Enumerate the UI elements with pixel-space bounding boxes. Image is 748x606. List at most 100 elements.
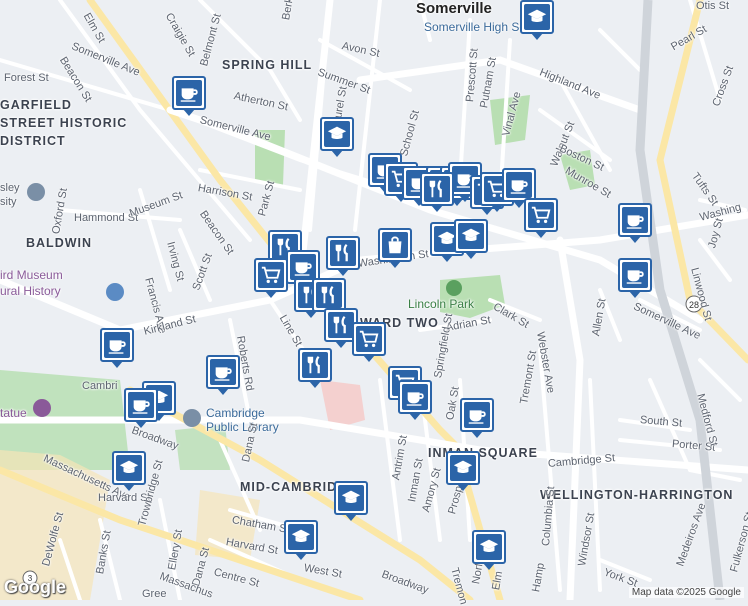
coffee-cup-icon [132,400,150,414]
marker-icon-box [324,121,350,147]
marker-school[interactable] [334,481,368,521]
poi-label: Lincoln Park [408,297,475,311]
marker-cart[interactable] [254,258,288,298]
marker-school[interactable] [284,520,318,560]
neighborhood-label: SPRING HILL [222,58,313,72]
marker-icon-box [450,455,476,481]
poi-label: sity [0,196,17,208]
coffee-cup-icon [294,262,312,276]
neighborhood-label: GARFIELD [0,98,72,112]
museum-icon[interactable] [106,283,124,301]
neighborhood-label: BALDWIN [26,236,93,250]
poi-label: ural History [0,284,61,298]
park-icon[interactable] [446,280,462,296]
graduation-cap-icon [327,126,347,140]
coffee-cup-icon [406,392,424,406]
marker-coffee[interactable] [398,380,432,420]
marker-icon-box [258,262,284,288]
shopping-cart-icon [261,266,281,284]
marker-icon-box [176,80,202,106]
graduation-cap-icon [291,529,311,543]
graduation-cap-icon [479,539,499,553]
marker-coffee[interactable] [618,203,652,243]
marker-school[interactable] [446,451,480,491]
coffee-cup-icon [626,215,644,229]
marker-restaurant[interactable] [298,348,332,388]
marker-school[interactable] [320,117,354,157]
marker-coffee[interactable] [460,398,494,438]
coffee-cup-icon [180,88,198,102]
street-label: Forest St [4,72,49,84]
neighborhood-label: STREET HISTORIC [0,116,128,130]
marker-icon-box [524,4,550,30]
marker-restaurant[interactable] [326,236,360,276]
statue-icon[interactable] [33,399,51,417]
street-label: Otis St [696,0,730,12]
shopping-cart-icon [531,206,551,224]
marker-icon-box [116,455,142,481]
marker-icon-box [290,254,316,280]
marker-coffee[interactable] [502,168,536,208]
poi-label: sley [0,182,20,194]
marker-icon-box [288,524,314,550]
marker-school[interactable] [454,219,488,259]
marker-icon-box [528,202,554,228]
marker-icon-box [382,232,408,258]
shopping-bag-icon [388,236,402,254]
neighborhood-label: WELLINGTON-HARRINGTON [540,488,734,502]
city-label: Somerville [416,0,492,17]
google-logo[interactable]: Google [4,577,66,598]
poi-label: Public Library [206,420,279,434]
coffee-cup-icon [510,180,528,194]
marker-coffee[interactable] [124,388,158,428]
marker-icon-box [464,402,490,428]
coffee-cup-icon [214,367,232,381]
graduation-cap-icon [341,490,361,504]
marker-icon-box [356,326,382,352]
marker-icon-box [328,312,354,338]
university-icon[interactable] [27,183,45,201]
shopping-cart-icon [359,330,379,348]
street-label: Hammond St [74,212,139,224]
marker-coffee[interactable] [100,328,134,368]
marker-icon-box [104,332,130,358]
fork-knife-icon [321,285,334,304]
poi-label: ird Museum [0,268,63,282]
marker-restaurant[interactable] [420,172,454,212]
marker-icon-box [476,534,502,560]
marker-icon-box [424,176,450,202]
poi-label: Cambridge [206,406,265,420]
marker-icon-box [330,240,356,266]
marker-cart[interactable] [524,198,558,238]
marker-coffee[interactable] [172,76,206,116]
street-label: Cambri [82,380,118,392]
marker-icon-box [402,384,428,410]
marker-icon-box [622,262,648,288]
marker-restaurant[interactable] [312,278,346,318]
fork-knife-icon [333,315,346,334]
neighborhood-label: INMAN SQUARE [428,446,538,460]
graduation-cap-icon [119,460,139,474]
graduation-cap-icon [461,228,481,242]
marker-icon-box [210,359,236,385]
marker-icon-box [128,392,154,418]
neighborhood-label: DISTRICT [0,134,66,148]
marker-icon-box [316,282,342,308]
marker-coffee[interactable] [618,258,652,298]
fork-knife-icon [429,179,442,198]
coffee-cup-icon [626,270,644,284]
graduation-cap-icon [453,460,473,474]
street-label: Gree [142,588,167,600]
marker-bag[interactable] [378,228,412,268]
marker-coffee[interactable] [206,355,240,395]
map-attribution: Map data ©2025 Google [628,587,744,598]
marker-school[interactable] [472,530,506,570]
library-icon[interactable] [183,409,201,427]
marker-icon-box [302,352,328,378]
marker-icon-box [458,223,484,249]
fork-knife-icon [307,355,320,374]
marker-school[interactable] [520,0,554,40]
marker-cart[interactable] [352,322,386,362]
marker-school[interactable] [112,451,146,491]
coffee-cup-icon [108,340,126,354]
